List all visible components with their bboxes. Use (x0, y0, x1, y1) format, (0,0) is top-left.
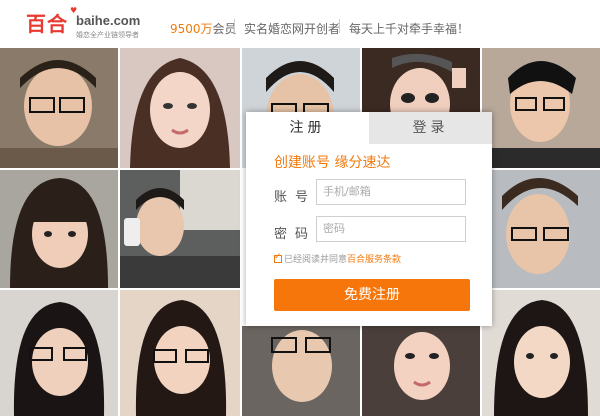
free-register-button[interactable]: 免费注册 (274, 279, 470, 311)
wish-text: 每天上千对牵手幸福！ (349, 22, 470, 36)
member-photo (482, 170, 600, 288)
member-photo (482, 290, 600, 416)
agree-text: 已经阅读并同意 (284, 255, 348, 265)
member-photo (120, 170, 240, 288)
agree-checkbox[interactable] (274, 252, 282, 263)
tab-register[interactable]: 注册 (246, 112, 369, 144)
account-input[interactable]: 手机/邮箱 (316, 179, 466, 205)
register-panel: 注册 登录 创建账号 缘分速达 账号 手机/邮箱 密码 密码 已经阅读并同意百合… (246, 112, 492, 326)
terms-agreement: 已经阅读并同意百合服务条款 (274, 252, 401, 265)
member-suffix: 会员 (212, 22, 237, 36)
member-number: 9500万 (170, 22, 213, 36)
member-photo (482, 48, 600, 168)
auth-tabs: 注册 登录 (246, 112, 492, 144)
member-count: 9500万会员 (170, 20, 237, 37)
divider (234, 19, 235, 33)
register-slogan: 创建账号 缘分速达 (274, 155, 391, 171)
terms-link[interactable]: 百合服务条款 (347, 255, 401, 265)
member-photo (0, 290, 118, 416)
divider (339, 19, 340, 33)
member-photo (120, 48, 240, 168)
password-input[interactable]: 密码 (316, 216, 466, 242)
logo-chinese: 百合 (26, 12, 68, 36)
member-photo (0, 170, 118, 288)
logo-english: baihe.com (76, 13, 141, 28)
claim-text: 实名婚恋网开创者 (244, 22, 341, 36)
header: 百合 ♥ baihe.com 婚恋全产业链领导者 9500万会员 实名婚恋网开创… (0, 0, 600, 48)
logo-subtitle: 婚恋全产业链领导者 (76, 31, 139, 39)
member-photo (362, 326, 480, 416)
tab-login[interactable]: 登录 (369, 112, 492, 144)
member-photo (0, 48, 118, 168)
member-photo (242, 326, 360, 416)
baihe-logo[interactable]: 百合 ♥ baihe.com 婚恋全产业链领导者 (26, 6, 146, 40)
password-label: 密码 (274, 227, 317, 242)
account-label: 账号 (274, 190, 317, 205)
member-photo (120, 290, 240, 416)
